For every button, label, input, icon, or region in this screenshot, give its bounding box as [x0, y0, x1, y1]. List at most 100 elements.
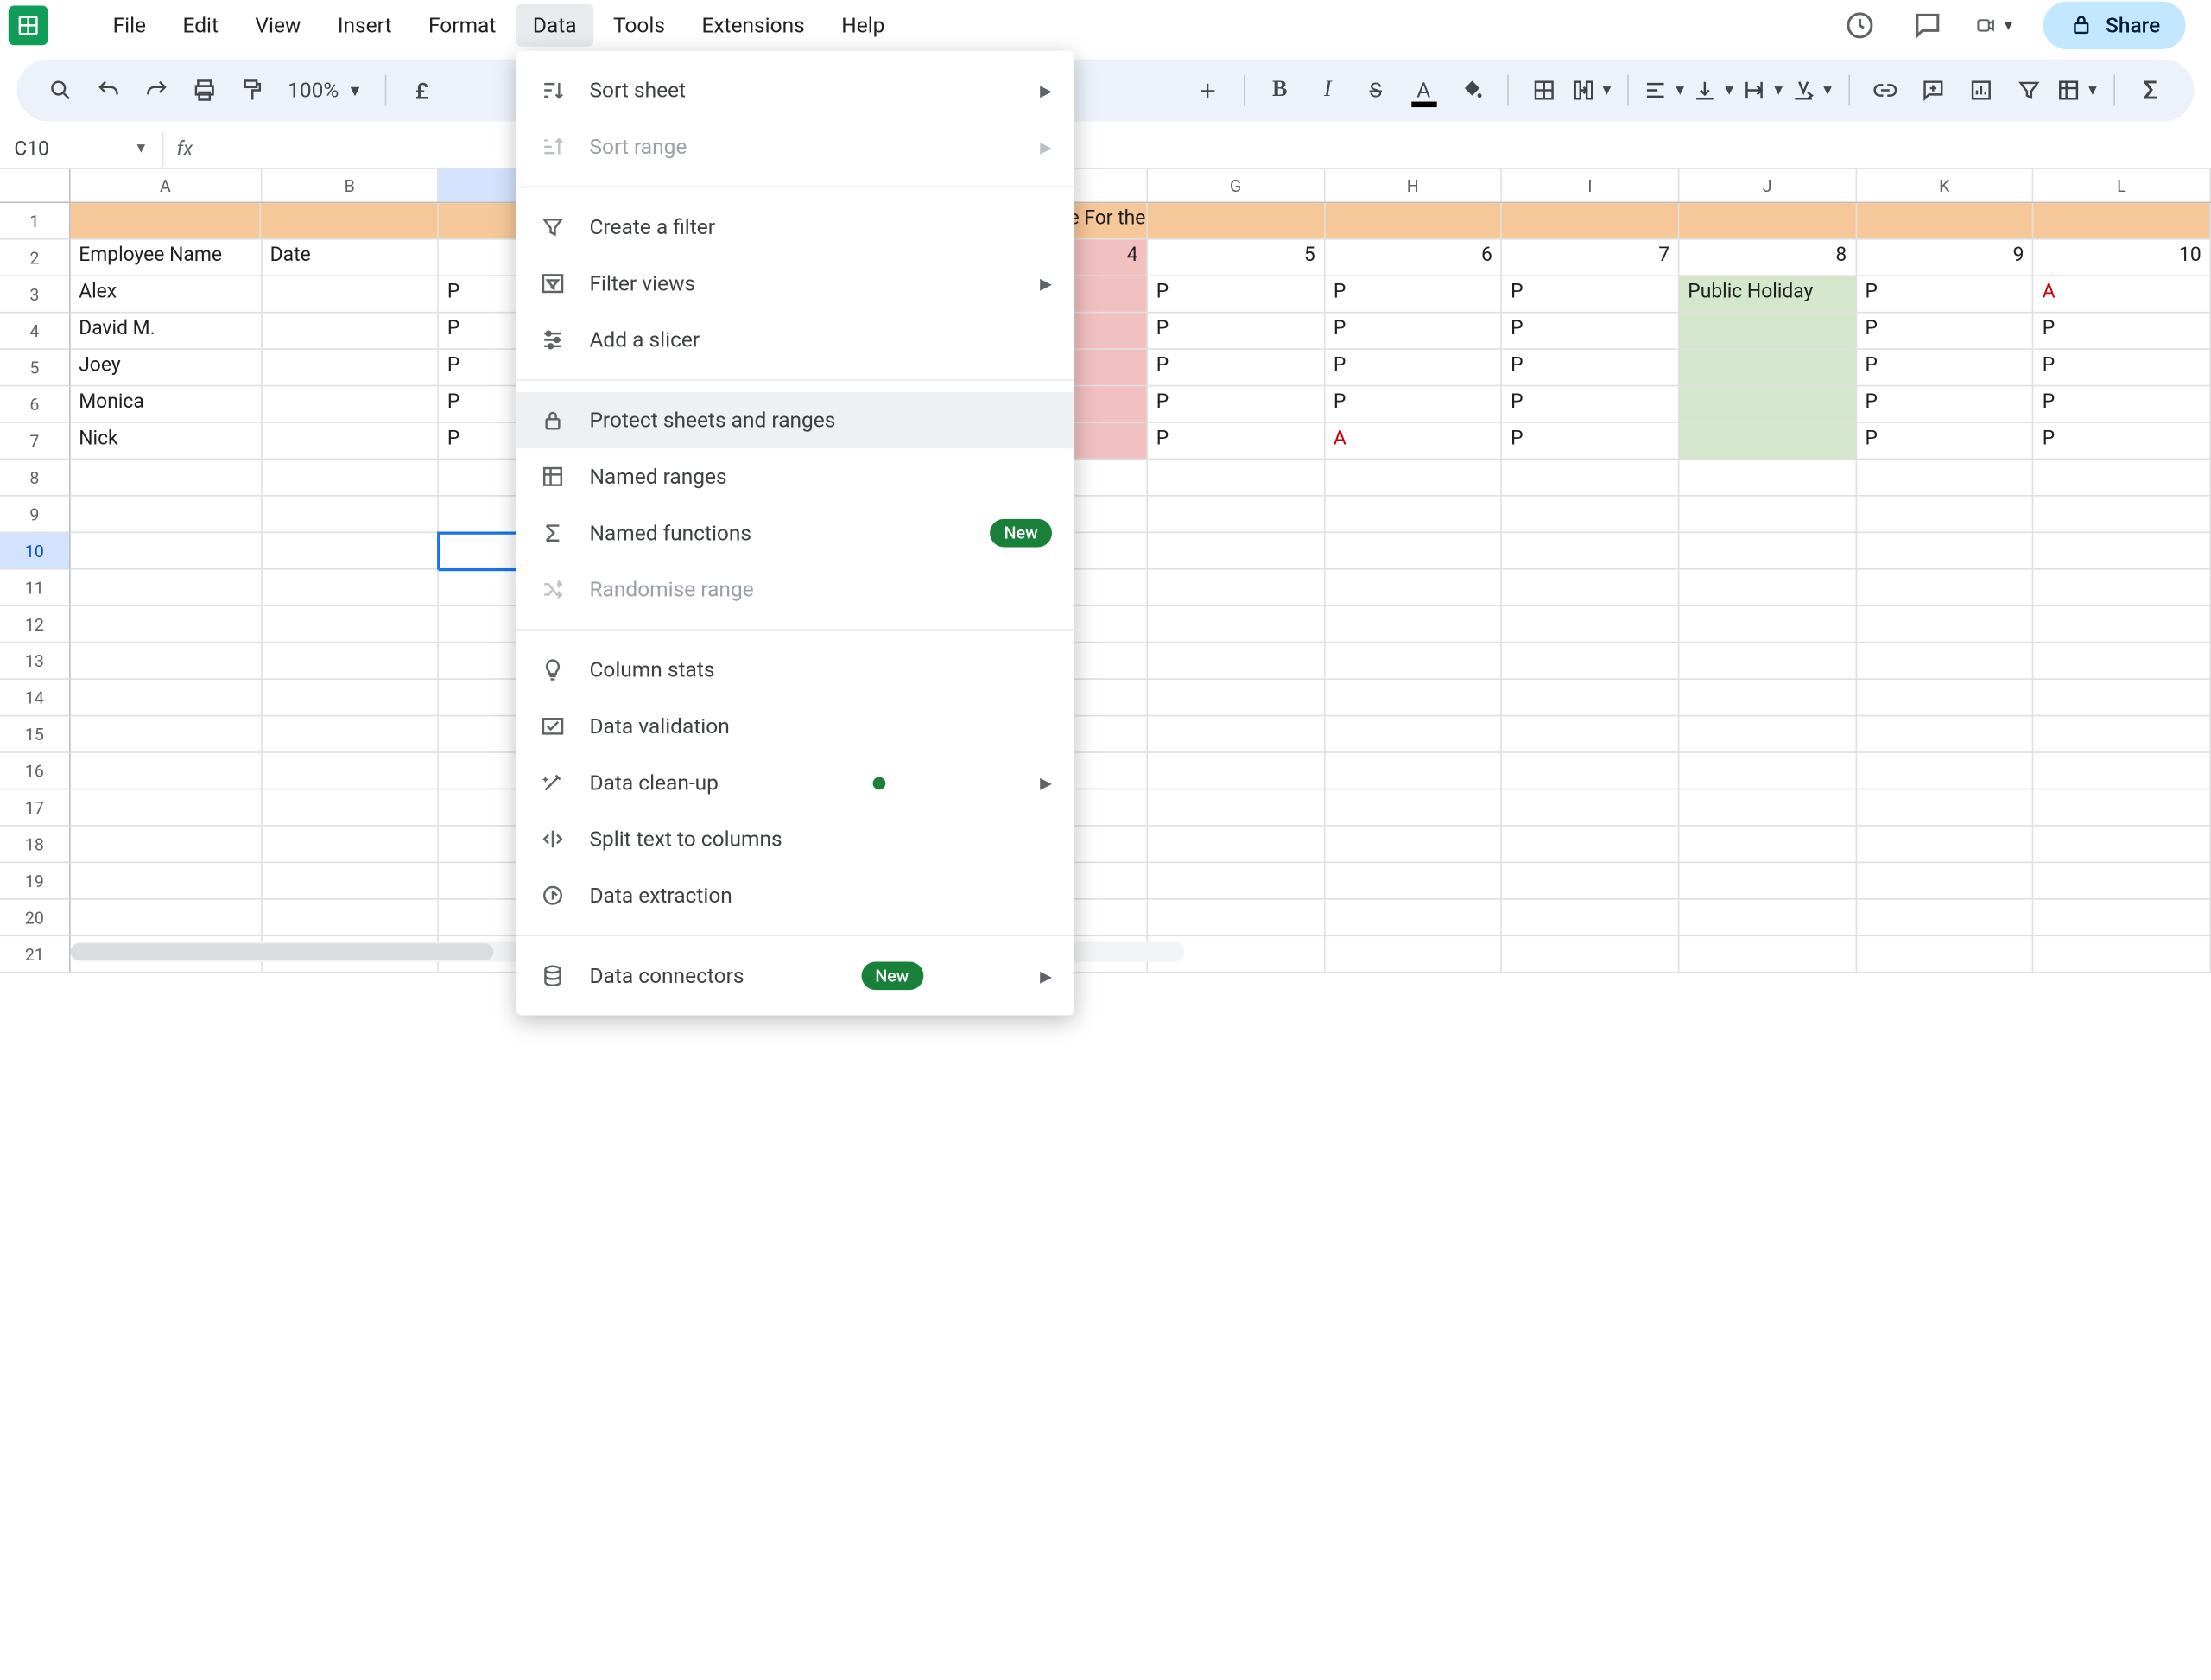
text-wrap-icon[interactable]: ▼ — [1742, 78, 1785, 103]
cell[interactable] — [1148, 863, 1325, 899]
italic-icon[interactable]: I — [1307, 69, 1349, 111]
attendance-cell[interactable]: Public Holiday — [1680, 276, 1857, 313]
row-header-18[interactable]: 18 — [0, 827, 70, 863]
cell[interactable] — [1502, 900, 1679, 936]
cell[interactable] — [1148, 497, 1325, 533]
cell[interactable] — [262, 827, 439, 863]
cell[interactable] — [262, 386, 439, 422]
cell[interactable] — [1502, 789, 1679, 826]
currency-icon[interactable]: £ — [401, 69, 443, 111]
title-cell[interactable] — [2034, 203, 2211, 239]
cell[interactable] — [1148, 460, 1325, 496]
cell[interactable] — [262, 606, 439, 643]
cell[interactable] — [262, 680, 439, 716]
column-header-L[interactable]: L — [2034, 169, 2211, 202]
cell[interactable] — [1325, 900, 1502, 936]
cell[interactable] — [2034, 827, 2211, 863]
cell[interactable] — [70, 643, 261, 679]
cell[interactable] — [1148, 570, 1325, 606]
attendance-cell[interactable] — [1680, 423, 1857, 460]
cell[interactable] — [70, 570, 261, 606]
menu-tools[interactable]: Tools — [596, 4, 681, 47]
cell[interactable] — [2034, 570, 2211, 606]
title-cell[interactable] — [1502, 203, 1679, 239]
header-date[interactable]: Date — [262, 240, 439, 276]
attendance-cell[interactable]: P — [1148, 386, 1325, 422]
cell[interactable] — [1325, 753, 1502, 789]
row-header-12[interactable]: 12 — [0, 606, 70, 643]
horizontal-align-icon[interactable]: ▼ — [1644, 78, 1687, 103]
attendance-cell[interactable]: P — [1148, 276, 1325, 313]
day-header[interactable]: 10 — [2034, 240, 2211, 276]
cell[interactable] — [262, 497, 439, 533]
sheets-logo[interactable] — [9, 6, 48, 46]
cell[interactable] — [1325, 680, 1502, 716]
menu-item-sort-sheet[interactable]: Sort sheet▶ — [516, 62, 1075, 118]
cell[interactable] — [1680, 533, 1857, 569]
cell[interactable] — [2034, 533, 2211, 569]
menu-format[interactable]: Format — [411, 4, 513, 47]
cell[interactable] — [262, 570, 439, 606]
cell[interactable] — [1148, 827, 1325, 863]
cell[interactable] — [70, 497, 261, 533]
employee-name[interactable]: Alex — [70, 276, 261, 313]
column-header-I[interactable]: I — [1502, 169, 1679, 202]
attendance-cell[interactable]: P — [1502, 423, 1679, 460]
cell[interactable] — [1325, 863, 1502, 899]
menu-extensions[interactable]: Extensions — [685, 4, 822, 47]
title-cell[interactable] — [1680, 203, 1857, 239]
cell[interactable] — [1857, 789, 2034, 826]
attendance-cell[interactable] — [1680, 350, 1857, 386]
attendance-cell[interactable]: P — [1502, 276, 1679, 313]
menu-file[interactable]: File — [96, 4, 163, 47]
attendance-cell[interactable]: P — [1325, 276, 1502, 313]
cell[interactable] — [1325, 497, 1502, 533]
day-header[interactable]: 9 — [1857, 240, 2034, 276]
menu-item-column-stats[interactable]: Column stats — [516, 642, 1075, 698]
cell[interactable] — [1148, 533, 1325, 569]
attendance-cell[interactable]: P — [1502, 350, 1679, 386]
cell[interactable] — [1325, 533, 1502, 569]
attendance-cell[interactable]: P — [1857, 313, 2034, 349]
cell[interactable] — [1325, 716, 1502, 752]
cell[interactable] — [1857, 716, 2034, 752]
attendance-cell[interactable]: P — [1325, 386, 1502, 422]
cell[interactable] — [2034, 716, 2211, 752]
cell[interactable] — [1148, 753, 1325, 789]
menu-item-named-ranges[interactable]: Named ranges — [516, 448, 1075, 504]
cell[interactable] — [262, 533, 439, 569]
cell[interactable] — [1857, 460, 2034, 496]
cell[interactable] — [1680, 606, 1857, 643]
menu-help[interactable]: Help — [825, 4, 902, 47]
cell[interactable] — [70, 900, 261, 936]
name-box[interactable]: C10 ▼ — [0, 132, 163, 166]
title-cell[interactable] — [70, 203, 261, 239]
print-icon[interactable] — [183, 69, 225, 111]
cell[interactable] — [70, 789, 261, 826]
cell[interactable] — [262, 276, 439, 313]
cell[interactable] — [1148, 716, 1325, 752]
menu-item-protect-sheets-and-ranges[interactable]: Protect sheets and ranges — [516, 392, 1075, 448]
title-cell[interactable] — [1148, 203, 1325, 239]
day-header[interactable]: 5 — [1148, 240, 1325, 276]
cell[interactable] — [1857, 497, 2034, 533]
merge-cells-icon[interactable]: ▼ — [1570, 78, 1613, 103]
zoom-select[interactable]: 100%▼ — [279, 78, 371, 103]
column-header-J[interactable]: J — [1679, 169, 1856, 202]
title-cell[interactable] — [262, 203, 439, 239]
cell[interactable] — [262, 643, 439, 679]
menu-item-named-functions[interactable]: Named functionsNew — [516, 504, 1075, 561]
functions-icon[interactable]: Σ — [2129, 69, 2171, 111]
cell[interactable] — [1680, 716, 1857, 752]
create-filter-icon[interactable] — [2008, 69, 2050, 111]
row-header-16[interactable]: 16 — [0, 753, 70, 789]
cell[interactable] — [2034, 460, 2211, 496]
cell[interactable] — [262, 789, 439, 826]
cell[interactable] — [1857, 533, 2034, 569]
cell[interactable] — [2034, 789, 2211, 826]
cell[interactable] — [1857, 900, 2034, 936]
column-header-H[interactable]: H — [1325, 169, 1502, 202]
menu-edit[interactable]: Edit — [166, 4, 236, 47]
row-header-14[interactable]: 14 — [0, 680, 70, 716]
cell[interactable] — [1680, 497, 1857, 533]
